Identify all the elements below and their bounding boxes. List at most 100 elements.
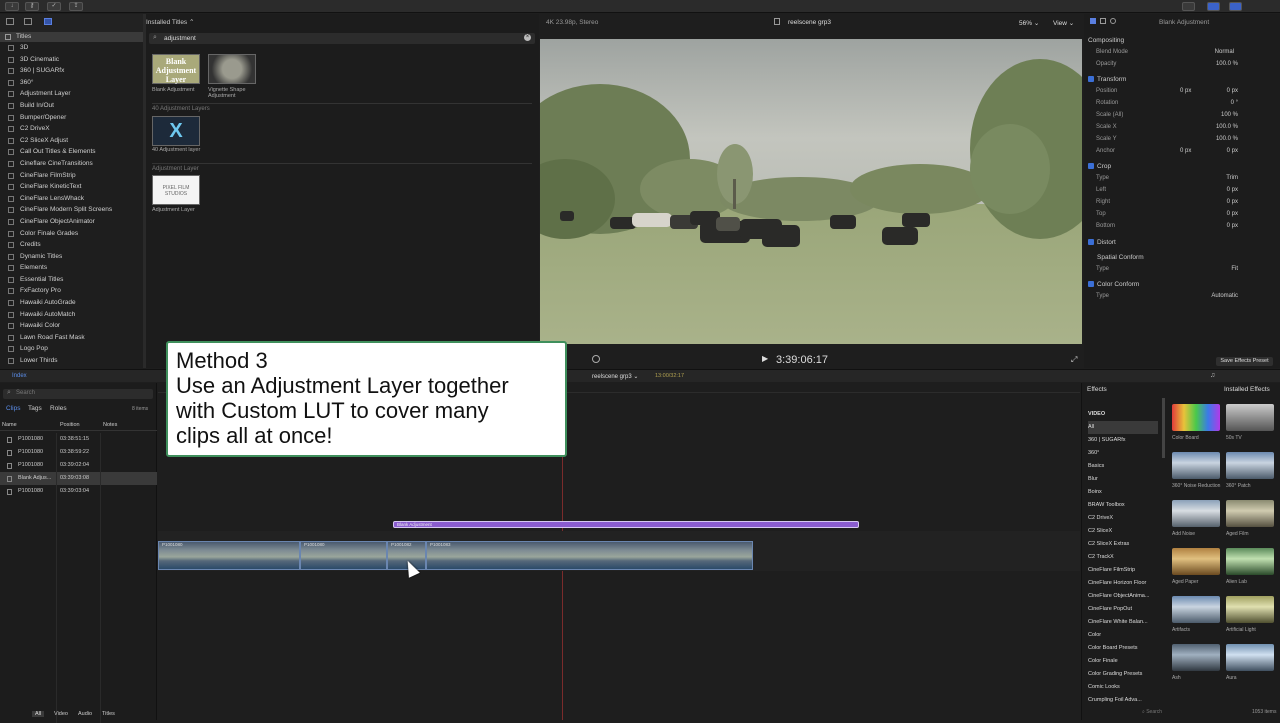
crop-top-row[interactable]: Top 0 px <box>1088 210 1274 219</box>
crop-checkbox[interactable] <box>1088 163 1094 169</box>
effects-category-item[interactable]: CineFlare White Balan... <box>1088 616 1158 629</box>
effects-category-item[interactable]: Color Grading Presets <box>1088 668 1158 681</box>
effect-thumbnail[interactable] <box>1226 404 1274 431</box>
titles-category-item[interactable]: CineFlare LensWhack <box>0 193 143 205</box>
scale-x-row[interactable]: Scale X 100.0 % <box>1088 123 1274 132</box>
spatial-conform-section[interactable]: Spatial Conform <box>1088 253 1274 262</box>
index-tab-roles[interactable]: Roles <box>50 405 67 412</box>
effects-category-item[interactable]: Color <box>1088 629 1158 642</box>
column-name[interactable]: Name <box>2 422 17 428</box>
column-notes[interactable]: Notes <box>103 422 117 428</box>
titles-category-item[interactable]: Lawn Road Fast Mask <box>0 332 143 344</box>
photos-icon[interactable] <box>6 18 14 25</box>
effect-thumbnail[interactable] <box>1172 596 1220 623</box>
spatial-type-row[interactable]: Type Fit <box>1088 265 1274 274</box>
effects-category-item[interactable]: Color Board Presets <box>1088 642 1158 655</box>
effects-category-item[interactable]: Crumpling Foil Adva... <box>1088 694 1158 707</box>
effects-category-item[interactable]: C2 TrackX <box>1088 551 1158 564</box>
check-icon[interactable]: ✓ <box>47 2 61 11</box>
titles-category-item[interactable]: CineFlare ObjectAnimator <box>0 216 143 228</box>
effects-category-item[interactable]: 360 | SUGARfx <box>1088 434 1158 447</box>
titles-category-item[interactable]: CineFlare KineticText <box>0 181 143 193</box>
position-row[interactable]: Position 0 px 0 px <box>1088 87 1274 96</box>
index-row[interactable]: P1001080 03:38:59:22 <box>0 446 157 459</box>
rotation-row[interactable]: Rotation 0 ° <box>1088 99 1274 108</box>
effects-category-item[interactable]: Blur <box>1088 473 1158 486</box>
effects-category-item[interactable]: C2 DriveX <box>1088 512 1158 525</box>
effects-category-item[interactable]: All <box>1088 421 1158 434</box>
color-conform-checkbox[interactable] <box>1088 281 1094 287</box>
speed-icon[interactable] <box>592 355 600 363</box>
installed-titles-dropdown[interactable]: Installed Titles ⌃ <box>146 18 194 26</box>
compositing-section[interactable]: Compositing <box>1088 36 1274 45</box>
title-search-field[interactable]: ⌕ adjustment × <box>149 33 535 44</box>
blend-mode-row[interactable]: Blend Mode Normal <box>1088 48 1274 57</box>
titles-category-item[interactable]: Dynamic Titles <box>0 251 143 263</box>
distort-checkbox[interactable] <box>1088 239 1094 245</box>
titles-category-item[interactable]: Credits <box>0 239 143 251</box>
effect-thumbnail[interactable] <box>1226 596 1274 623</box>
crop-left-row[interactable]: Left 0 px <box>1088 186 1274 195</box>
effects-category-item[interactable]: CineFlare PopOut <box>1088 603 1158 616</box>
effects-category-item[interactable]: C2 SliceX Extras <box>1088 538 1158 551</box>
titles-category-item[interactable]: Elements <box>0 262 143 274</box>
distort-section[interactable]: Distort <box>1088 238 1274 247</box>
music-icon[interactable] <box>24 18 32 25</box>
view-dropdown[interactable]: View ⌄ <box>1053 19 1074 27</box>
crop-right-row[interactable]: Right 0 px <box>1088 198 1274 207</box>
effects-category-item[interactable]: CineFlare FilmStrip <box>1088 564 1158 577</box>
titles-generators-icon[interactable] <box>44 18 52 25</box>
blank-adjustment-thumb[interactable]: Blank Adjustment Layer <box>152 54 200 84</box>
pixel-film-thumb[interactable]: PIXEL FILM STUDIOS <box>152 175 200 205</box>
titles-header[interactable]: Titles <box>0 32 143 42</box>
audio-icon[interactable]: ♫ <box>1210 372 1215 379</box>
effects-search-field[interactable]: ⌕ Search <box>1142 709 1162 715</box>
titles-category-item[interactable]: Lower Thirds <box>0 355 143 367</box>
transform-checkbox[interactable] <box>1088 76 1094 82</box>
crop-section[interactable]: Crop <box>1088 162 1274 171</box>
download-icon[interactable]: ↓ <box>5 2 19 11</box>
effect-thumbnail[interactable] <box>1226 500 1274 527</box>
titles-category-item[interactable]: CineFlare Modern Split Screens <box>0 204 143 216</box>
index-row[interactable]: Blank Adjus... 03:39:03:08 <box>0 472 157 485</box>
effect-thumbnail[interactable] <box>1172 404 1220 431</box>
filter-inspector-icon[interactable] <box>1100 18 1106 24</box>
video-inspector-icon[interactable] <box>1090 18 1096 24</box>
titles-category-item[interactable]: C2 DriveX <box>0 123 143 135</box>
titles-category-item[interactable]: 360 | SUGARfx <box>0 65 143 77</box>
effects-category-item[interactable]: CineFlare ObjectAnima... <box>1088 590 1158 603</box>
browser-toggle-icon[interactable] <box>1207 2 1220 11</box>
titles-category-item[interactable]: Hawaiki Color <box>0 320 143 332</box>
info-inspector-icon[interactable] <box>1110 18 1116 24</box>
titles-category-item[interactable]: 3D <box>0 42 143 54</box>
play-icon[interactable]: ▶ <box>762 354 768 363</box>
crop-bottom-row[interactable]: Bottom 0 px <box>1088 222 1274 231</box>
titles-category-item[interactable]: C2 SliceX Adjust <box>0 135 143 147</box>
titles-category-item[interactable]: Logo Pop <box>0 343 143 355</box>
effects-category-item[interactable]: C2 SliceX <box>1088 525 1158 538</box>
filter-audio[interactable]: Audio <box>78 711 92 717</box>
scale-y-row[interactable]: Scale Y 100.0 % <box>1088 135 1274 144</box>
timeline-project-dropdown[interactable]: reelscene grp3 ⌄ <box>592 373 638 380</box>
effects-category-item[interactable]: BRAW Toolbox <box>1088 499 1158 512</box>
anchor-row[interactable]: Anchor 0 px 0 px <box>1088 147 1274 156</box>
titles-category-item[interactable]: Call Out Titles & Elements <box>0 146 143 158</box>
filter-all[interactable]: All <box>32 711 45 717</box>
titles-category-item[interactable]: 360° <box>0 77 143 89</box>
index-row[interactable]: P1001080 03:39:02:04 <box>0 459 157 472</box>
clear-search-icon[interactable]: × <box>524 34 531 41</box>
effect-thumbnail[interactable] <box>1226 644 1274 671</box>
effects-category-item[interactable]: Basics <box>1088 460 1158 473</box>
index-tab-tags[interactable]: Tags <box>28 405 42 412</box>
titles-category-item[interactable]: CineFlare FilmStrip <box>0 170 143 182</box>
effect-thumbnail[interactable] <box>1226 548 1274 575</box>
installed-effects-dropdown[interactable]: Installed Effects <box>1224 386 1270 393</box>
video-clip-1[interactable]: P1001080 <box>158 541 300 570</box>
titles-category-item[interactable]: Adjustment Layer <box>0 88 143 100</box>
layout-icon[interactable] <box>1182 2 1195 11</box>
index-tab-clips[interactable]: Clips <box>6 405 20 412</box>
titles-category-item[interactable]: FxFactory Pro <box>0 285 143 297</box>
effects-category-item[interactable]: CineFlare Horizon Floor <box>1088 577 1158 590</box>
adjustment-layer-clip[interactable]: Blank Adjustment <box>393 521 859 528</box>
effect-thumbnail[interactable] <box>1172 548 1220 575</box>
